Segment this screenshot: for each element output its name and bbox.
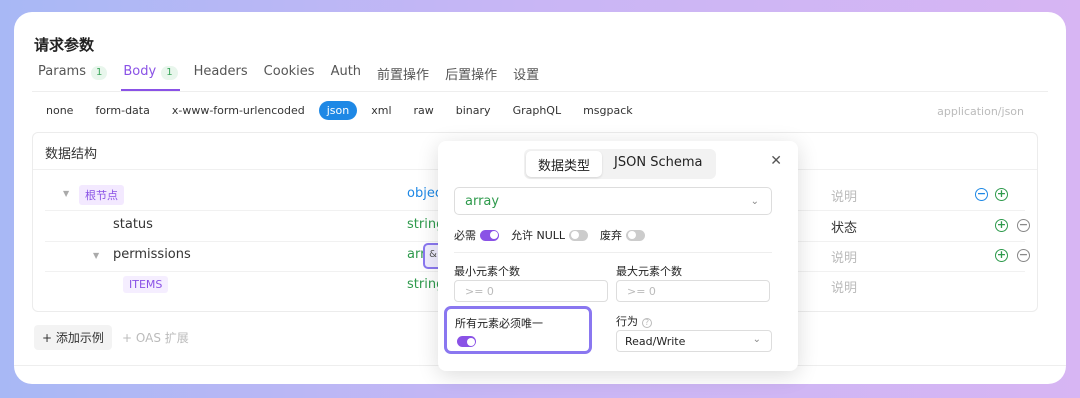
field-desc[interactable]: 说明	[831, 247, 857, 266]
field-name-root[interactable]: 根节点	[79, 185, 124, 205]
body-type-none[interactable]: none	[38, 101, 81, 120]
body-type-json[interactable]: json	[318, 101, 358, 120]
help-icon[interactable]: ?	[642, 318, 652, 328]
tab-post-ops[interactable]: 后置操作	[445, 64, 497, 90]
divider	[454, 252, 772, 253]
collapse-caret-icon[interactable]: ▼	[93, 251, 99, 260]
min-items-placeholder: >= 0	[465, 285, 494, 298]
add-example-button[interactable]: + 添加示例	[34, 325, 112, 350]
behavior-select[interactable]: Read/Write ⌄	[616, 330, 772, 352]
field-desc[interactable]: 状态	[831, 217, 857, 236]
tab-headers[interactable]: Headers	[194, 64, 248, 90]
content-type-label: application/json	[937, 105, 1024, 118]
chevron-down-icon: ⌄	[752, 334, 761, 345]
remove-field-icon[interactable]: −	[1017, 219, 1030, 232]
add-sibling-icon[interactable]: +	[995, 249, 1008, 262]
behavior-select-value: Read/Write	[625, 335, 686, 348]
deprecated-toggle[interactable]	[626, 229, 646, 241]
min-items-input[interactable]: >= 0	[454, 280, 608, 302]
tab-settings[interactable]: 设置	[513, 64, 539, 90]
type-select-value: array	[465, 194, 500, 209]
count-badge: 1	[90, 66, 108, 80]
option-deprecated: 废弃	[600, 227, 646, 243]
tab-pre-ops[interactable]: 前置操作	[377, 64, 429, 90]
body-type-selector: none form-data x-www-form-urlencoded jso…	[38, 101, 647, 120]
body-type-form-data[interactable]: form-data	[87, 101, 157, 120]
field-name-permissions[interactable]: permissions	[113, 247, 191, 262]
divider	[32, 91, 1048, 92]
body-type-binary[interactable]: binary	[448, 101, 499, 120]
tab-cookies[interactable]: Cookies	[264, 64, 315, 90]
tab-params[interactable]: Params 1	[38, 64, 108, 90]
body-type-urlencoded[interactable]: x-www-form-urlencoded	[164, 101, 313, 120]
schema-header: 数据结构	[45, 147, 98, 162]
oas-extension-button[interactable]: + OAS 扩展	[122, 329, 189, 346]
tab-data-type[interactable]: 数据类型	[526, 151, 603, 177]
field-name-status[interactable]: status	[113, 217, 153, 232]
remove-field-icon[interactable]: −	[1017, 249, 1030, 262]
unique-items-label: 所有元素必须唯一	[455, 317, 543, 330]
body-type-raw[interactable]: raw	[406, 101, 442, 120]
collapse-caret-icon[interactable]: ▼	[63, 189, 69, 198]
body-type-xml[interactable]: xml	[363, 101, 399, 120]
required-toggle[interactable]	[480, 229, 499, 241]
behavior-label: 行为?	[616, 313, 652, 329]
chevron-down-icon: ⌄	[750, 196, 759, 207]
type-select[interactable]: array ⌄	[454, 187, 772, 215]
count-badge: 1	[161, 66, 178, 80]
tab-json-schema[interactable]: JSON Schema	[602, 151, 714, 177]
page-title: 请求参数	[34, 36, 95, 54]
popup-mode-switch: 数据类型 JSON Schema	[524, 149, 717, 179]
field-options: 必需 允许 NULL 废弃	[454, 227, 657, 243]
min-items-label: 最小元素个数	[454, 265, 520, 278]
option-required: 必需	[454, 227, 499, 243]
tab-body[interactable]: Body 1	[121, 64, 180, 91]
tab-auth[interactable]: Auth	[331, 64, 361, 90]
unique-items-option: 所有元素必须唯一	[444, 306, 592, 354]
max-items-placeholder: >= 0	[627, 285, 656, 298]
unique-items-toggle[interactable]	[457, 336, 476, 347]
field-desc[interactable]: 说明	[831, 186, 857, 205]
max-items-label: 最大元素个数	[616, 265, 682, 278]
field-name-items[interactable]: ITEMS	[123, 276, 169, 293]
option-nullable: 允许 NULL	[511, 227, 589, 243]
request-tabs: Params 1 Body 1 Headers Cookies Auth 前置操作 …	[38, 64, 555, 91]
body-type-graphql[interactable]: GraphQL	[505, 101, 570, 120]
field-desc[interactable]: 说明	[831, 277, 857, 296]
add-child-icon[interactable]: +	[995, 188, 1008, 201]
collapse-all-icon[interactable]: −	[975, 188, 988, 201]
close-icon[interactable]: ✕	[770, 153, 782, 169]
nullable-toggle[interactable]	[569, 229, 589, 241]
body-type-msgpack[interactable]: msgpack	[575, 101, 641, 120]
add-sibling-icon[interactable]: +	[995, 219, 1008, 232]
max-items-input[interactable]: >= 0	[616, 280, 770, 302]
